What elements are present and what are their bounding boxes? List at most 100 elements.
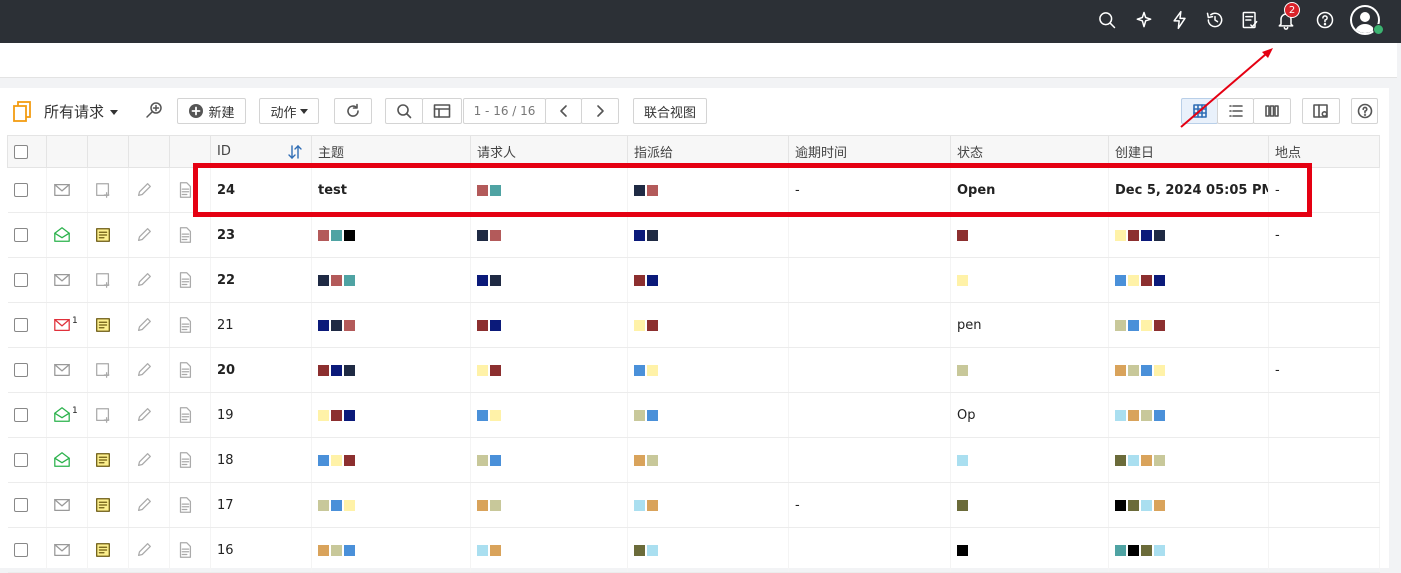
document-icon[interactable]	[176, 362, 194, 378]
row-checkbox[interactable]	[13, 273, 28, 287]
mail-icon[interactable]	[53, 318, 71, 333]
id-cell[interactable]: 16	[210, 527, 312, 573]
note-icon[interactable]	[94, 183, 112, 198]
filter-user-icon[interactable]	[144, 100, 166, 126]
lightning-icon[interactable]	[1168, 8, 1192, 32]
id-cell[interactable]: 19	[210, 392, 312, 438]
id-cell[interactable]: 17	[210, 482, 312, 528]
id-cell[interactable]: 24	[210, 167, 312, 213]
id-cell[interactable]: 21	[210, 302, 312, 348]
table-row[interactable]: 22	[7, 257, 1380, 303]
note-icon[interactable]	[94, 408, 112, 423]
mail-icon[interactable]	[53, 363, 71, 378]
refresh-button[interactable]	[334, 98, 372, 124]
prev-page-button[interactable]	[545, 98, 582, 124]
edit-icon[interactable]	[135, 408, 153, 423]
edit-icon[interactable]	[135, 183, 153, 198]
help-icon[interactable]	[1313, 8, 1337, 32]
document-icon[interactable]	[176, 542, 194, 558]
column-header-id[interactable]: ID	[210, 135, 312, 168]
column-header-created[interactable]: 创建日	[1108, 135, 1269, 168]
document-icon[interactable]	[176, 497, 194, 513]
edit-icon[interactable]	[135, 228, 153, 243]
row-checkbox[interactable]	[13, 543, 28, 557]
document-icon[interactable]	[176, 317, 194, 333]
new-button[interactable]: 新建	[177, 98, 246, 124]
column-header-due[interactable]: 逾期时间	[788, 135, 951, 168]
next-page-button[interactable]	[581, 98, 619, 124]
row-checkbox[interactable]	[13, 363, 28, 377]
column-header-location[interactable]: 地点	[1268, 135, 1380, 168]
id-cell[interactable]: 20	[210, 347, 312, 393]
tasks-icon[interactable]	[1238, 8, 1262, 32]
row-checkbox[interactable]	[13, 183, 28, 197]
edit-icon[interactable]	[135, 498, 153, 513]
note-icon[interactable]	[94, 498, 112, 513]
table-row[interactable]: 1 19 Op	[7, 392, 1380, 438]
edit-icon[interactable]	[135, 318, 153, 333]
mail-icon[interactable]	[53, 227, 71, 243]
merge-view-button[interactable]: 联合视图	[633, 98, 707, 124]
table-row[interactable]: 20 -	[7, 347, 1380, 393]
row-checkbox[interactable]	[13, 453, 28, 467]
row-checkbox[interactable]	[13, 318, 28, 332]
column-header-assignee[interactable]: 指派给	[627, 135, 789, 168]
row-checkbox[interactable]	[13, 498, 28, 512]
search-button[interactable]	[385, 98, 423, 124]
sparkle-icon[interactable]	[1132, 8, 1156, 32]
select-all-checkbox[interactable]	[14, 144, 28, 159]
document-icon[interactable]	[176, 272, 194, 288]
table-row[interactable]: 16	[7, 527, 1380, 573]
mail-icon[interactable]	[53, 498, 71, 513]
mail-icon[interactable]	[53, 183, 71, 198]
mail-icon[interactable]	[53, 543, 71, 558]
document-icon[interactable]	[176, 452, 194, 468]
table-row[interactable]: 18	[7, 437, 1380, 483]
redacted-block	[318, 274, 355, 286]
note-icon[interactable]	[94, 273, 112, 288]
mail-count: 1	[72, 406, 78, 416]
table-row[interactable]: 1 21 pen	[7, 302, 1380, 348]
mail-icon[interactable]	[53, 452, 71, 468]
actions-button[interactable]: 动作	[259, 98, 319, 124]
note-icon[interactable]	[94, 318, 112, 333]
edit-icon[interactable]	[135, 453, 153, 468]
column-header-requester[interactable]: 请求人	[470, 135, 628, 168]
chevron-right-icon	[597, 105, 604, 117]
id-cell[interactable]: 18	[210, 437, 312, 483]
list-view-button[interactable]	[1217, 98, 1254, 124]
column-chooser-button[interactable]	[422, 98, 462, 124]
note-icon[interactable]	[94, 228, 112, 243]
id-cell[interactable]: 23	[210, 212, 312, 258]
view-switch-icon[interactable]	[12, 100, 32, 126]
table-row[interactable]: 24 test - Open Dec 5, 2024 05:05 PM -	[7, 167, 1380, 213]
note-icon[interactable]	[94, 453, 112, 468]
grid-view-button[interactable]	[1181, 98, 1218, 124]
document-icon[interactable]	[176, 407, 194, 423]
row-checkbox[interactable]	[13, 228, 28, 242]
edit-icon[interactable]	[135, 273, 153, 288]
column-header-status[interactable]: 状态	[950, 135, 1109, 168]
column-header-subject[interactable]: 主题	[311, 135, 471, 168]
note-icon[interactable]	[94, 543, 112, 558]
history-icon[interactable]	[1203, 8, 1227, 32]
subject-cell[interactable]: test	[318, 183, 347, 198]
edit-icon[interactable]	[135, 543, 153, 558]
mail-icon[interactable]	[53, 407, 71, 423]
table-row[interactable]: 23 -	[7, 212, 1380, 258]
document-icon[interactable]	[176, 182, 194, 198]
mail-icon[interactable]	[53, 273, 71, 288]
note-icon[interactable]	[94, 363, 112, 378]
search-icon[interactable]	[1095, 8, 1119, 32]
table-row[interactable]: 17 -	[7, 482, 1380, 528]
document-icon[interactable]	[176, 227, 194, 243]
view-selector[interactable]: 所有请求	[44, 101, 119, 122]
help-button[interactable]	[1351, 98, 1378, 124]
layout-settings-button[interactable]	[1302, 98, 1340, 124]
id-cell[interactable]: 22	[210, 257, 312, 303]
select-all-cell[interactable]	[7, 135, 47, 168]
row-checkbox[interactable]	[13, 408, 28, 422]
edit-icon[interactable]	[135, 363, 153, 378]
sort-icon[interactable]	[287, 144, 303, 160]
column-view-button[interactable]	[1253, 98, 1291, 124]
